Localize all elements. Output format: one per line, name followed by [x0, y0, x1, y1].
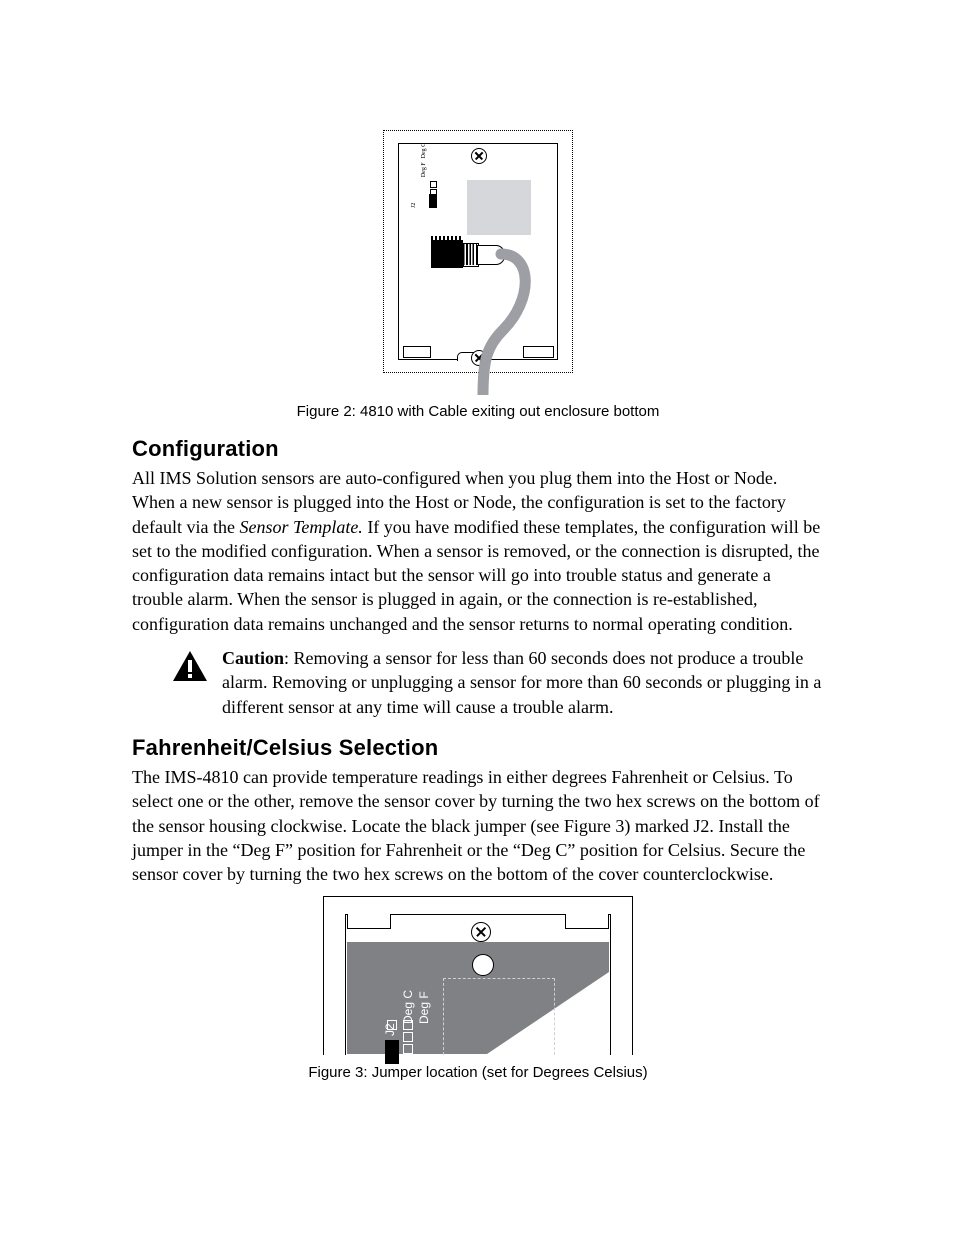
figure-2-diagram: Deg F Deg C J2	[383, 130, 573, 395]
paragraph-configuration: All IMS Solution sensors are auto-config…	[132, 466, 824, 636]
caution-label: Caution	[222, 648, 284, 668]
figure-3-caption: Figure 3: Jumper location (set for Degre…	[132, 1064, 824, 1081]
label-deg-c: Deg C	[401, 990, 415, 1024]
caution-block: Caution: Removing a sensor for less than…	[172, 646, 824, 719]
caution-body: : Removing a sensor for less than 60 sec…	[222, 648, 821, 717]
label-deg-c: Deg C	[421, 143, 428, 159]
heading-configuration: Configuration	[132, 436, 824, 462]
figure-2-caption: Figure 2: 4810 with Cable exiting out en…	[132, 403, 824, 420]
label-j2: J2	[411, 203, 417, 208]
screw-icon	[471, 350, 487, 366]
label-deg-f: Deg F	[417, 992, 431, 1025]
jumper-j2-icon	[430, 180, 440, 208]
screw-icon	[471, 148, 487, 164]
label-j2: J2	[383, 1024, 397, 1037]
jumper-pins-icon	[403, 1018, 413, 1056]
rj-connector-icon	[431, 240, 463, 268]
figure-3-diagram: J2 Deg C Deg F	[323, 896, 633, 1056]
page: Deg FDeg C J2 Figure 2: 4810 with Cable …	[0, 0, 954, 1235]
label-deg-f: Deg F	[421, 162, 428, 177]
caution-text: Caution: Removing a sensor for less than…	[222, 646, 824, 719]
figure-2: Deg F Deg C J2 Figure 2: 4810 with Cable …	[132, 130, 824, 420]
heading-fc-selection: Fahrenheit/Celsius Selection	[132, 735, 824, 761]
warning-icon	[172, 650, 212, 687]
figure-3: J2 Deg C Deg F Figure 3: Jumper location…	[132, 896, 824, 1081]
paragraph-fc-selection: The IMS-4810 can provide temperature rea…	[132, 765, 824, 886]
text-italic: Sensor Template.	[239, 517, 362, 537]
